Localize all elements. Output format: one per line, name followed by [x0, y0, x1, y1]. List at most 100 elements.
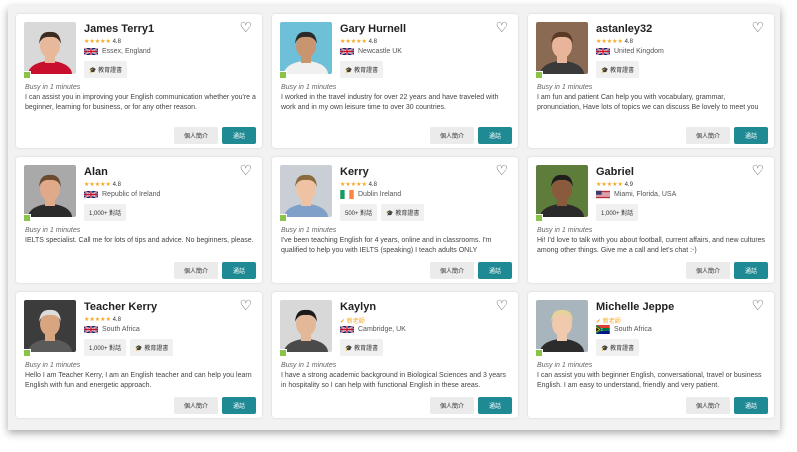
favorite-heart-icon[interactable]: ♡ [495, 298, 508, 312]
online-status-indicator [279, 214, 287, 222]
profile-intro-button[interactable]: 個人簡介 [686, 262, 730, 279]
rating-value: 4.8 [368, 182, 377, 188]
tutor-name: Michelle Jeppe [596, 301, 675, 313]
profile-intro-button[interactable]: 個人簡介 [430, 127, 474, 144]
rating-stars: ★★★★★ [84, 39, 111, 45]
call-button[interactable]: 通話 [734, 262, 768, 279]
tutor-card[interactable]: Kerry ♡ ★★★★★ 4.8 Dublin Ireland 500+ 對話… [272, 157, 518, 283]
tutor-avatar[interactable] [24, 165, 76, 217]
busy-status: Busy in 1 minutes [537, 227, 593, 234]
profile-intro-button[interactable]: 個人簡介 [430, 397, 474, 414]
tutor-rating: ✔ 新老師 [340, 316, 365, 325]
rating-value: 4.9 [624, 182, 633, 188]
tutor-tags: 500+ 對話 🎓 教育證書 [340, 204, 425, 221]
tutor-tags: 🎓 教育證書 [84, 61, 128, 78]
favorite-heart-icon[interactable]: ♡ [239, 20, 252, 34]
tutor-name: Kaylyn [340, 301, 377, 313]
location-text: South Africa [102, 326, 140, 333]
card-actions: 個人簡介 通話 [430, 127, 512, 144]
favorite-heart-icon[interactable]: ♡ [495, 163, 508, 177]
profile-intro-button[interactable]: 個人簡介 [174, 397, 218, 414]
tutor-card[interactable]: Michelle Jeppe ♡ ✔ 新老師 South Africa 🎓 教育… [528, 292, 774, 418]
favorite-heart-icon[interactable]: ♡ [239, 163, 252, 177]
call-button[interactable]: 通話 [478, 127, 512, 144]
card-actions: 個人簡介 通話 [686, 397, 768, 414]
tutor-name: Kerry [340, 166, 369, 178]
rating-stars: ★★★★★ [84, 317, 111, 323]
online-status-indicator [23, 214, 31, 222]
favorite-heart-icon[interactable]: ♡ [751, 20, 764, 34]
profile-intro-button[interactable]: 個人簡介 [686, 397, 730, 414]
rating-value: 4.8 [624, 39, 633, 45]
call-button[interactable]: 通話 [734, 127, 768, 144]
tutor-name: Teacher Kerry [84, 301, 158, 313]
call-button[interactable]: 通話 [478, 397, 512, 414]
card-actions: 個人簡介 通話 [686, 127, 768, 144]
tutor-location: Dublin Ireland [340, 190, 401, 199]
favorite-heart-icon[interactable]: ♡ [495, 20, 508, 34]
tutor-card[interactable]: Alan ♡ ★★★★★ 4.8 Republic of Ireland 1,0… [16, 157, 262, 283]
favorite-heart-icon[interactable]: ♡ [751, 298, 764, 312]
call-button[interactable]: 通話 [222, 127, 256, 144]
online-status-indicator [279, 71, 287, 79]
country-flag-icon [596, 325, 610, 334]
country-flag-icon [83, 190, 99, 199]
call-button[interactable]: 通話 [222, 262, 256, 279]
tutor-rating: ★★★★★ 4.8 [596, 38, 633, 45]
tutor-location: Miami, Florida, USA [596, 190, 676, 199]
card-actions: 個人簡介 通話 [686, 262, 768, 279]
tutor-description: I can assist you in improving your Engli… [25, 94, 256, 111]
tutor-description: IELTS specialist. Call me for lots of ti… [25, 237, 254, 244]
rating-stars: ★★★★★ [596, 39, 623, 45]
tutor-rating: ✔ 新老師 [596, 316, 621, 325]
busy-status: Busy in 1 minutes [537, 84, 593, 91]
profile-intro-button[interactable]: 個人簡介 [686, 127, 730, 144]
location-text: United Kingdom [614, 48, 664, 55]
tutor-avatar[interactable] [536, 165, 588, 217]
location-text: Miami, Florida, USA [614, 191, 677, 198]
busy-status: Busy in 1 minutes [25, 362, 81, 369]
tutor-avatar[interactable] [536, 22, 588, 74]
busy-status: Busy in 1 minutes [281, 227, 337, 234]
favorite-heart-icon[interactable]: ♡ [751, 163, 764, 177]
tutor-card[interactable]: Gary Hurnell ♡ ★★★★★ 4.8 Newcastle UK 🎓 … [272, 14, 518, 148]
call-button[interactable]: 通話 [478, 262, 512, 279]
tutor-rating: ★★★★★ 4.8 [84, 316, 121, 323]
tutor-avatar[interactable] [24, 22, 76, 74]
tutor-avatar[interactable] [280, 300, 332, 352]
card-actions: 個人簡介 通話 [430, 262, 512, 279]
tutor-card[interactable]: Kaylyn ♡ ✔ 新老師 Cambridge, UK 🎓 教育證書 Busy… [272, 292, 518, 418]
certificate-badge: 🎓 教育證書 [84, 61, 128, 78]
tutor-avatar[interactable] [24, 300, 76, 352]
tutor-avatar[interactable] [280, 22, 332, 74]
tutor-card[interactable]: Gabriel ♡ ★★★★★ 4.9 Miami, Florida, USA … [528, 157, 774, 283]
tutor-card[interactable]: Teacher Kerry ♡ ★★★★★ 4.8 South Africa 1… [16, 292, 262, 418]
profile-intro-button[interactable]: 個人簡介 [430, 262, 474, 279]
tutor-tags: 1,000+ 對話 [84, 204, 127, 221]
tutor-card[interactable]: astanley32 ♡ ★★★★★ 4.8 United Kingdom 🎓 … [528, 14, 774, 148]
rating-stars: ★★★★★ [340, 182, 367, 188]
call-button[interactable]: 通話 [734, 397, 768, 414]
certificate-badge: 🎓 教育證書 [340, 339, 384, 356]
profile-intro-button[interactable]: 個人簡介 [174, 127, 218, 144]
tutor-location: Essex, England [83, 47, 151, 56]
tutor-avatar[interactable] [536, 300, 588, 352]
conversation-count-badge: 1,000+ 對話 [596, 204, 639, 221]
tutor-description: I worked in the travel industry for over… [281, 94, 499, 111]
country-flag-icon [340, 190, 354, 199]
favorite-heart-icon[interactable]: ♡ [239, 298, 252, 312]
tutor-avatar[interactable] [280, 165, 332, 217]
profile-intro-button[interactable]: 個人簡介 [174, 262, 218, 279]
call-button[interactable]: 通話 [222, 397, 256, 414]
location-text: Newcastle UK [358, 48, 402, 55]
card-actions: 個人簡介 通話 [430, 397, 512, 414]
location-text: Republic of Ireland [102, 191, 161, 198]
country-flag-icon [83, 325, 99, 334]
tutor-name: astanley32 [596, 23, 653, 35]
location-text: Dublin Ireland [358, 191, 402, 198]
busy-status: Busy in 1 minutes [25, 227, 81, 234]
rating-value: 4.8 [112, 39, 121, 45]
tutor-location: Cambridge, UK [339, 325, 406, 334]
conversation-count-badge: 500+ 對話 [340, 204, 378, 221]
tutor-card[interactable]: James Terry1 ♡ ★★★★★ 4.8 Essex, England … [16, 14, 262, 148]
